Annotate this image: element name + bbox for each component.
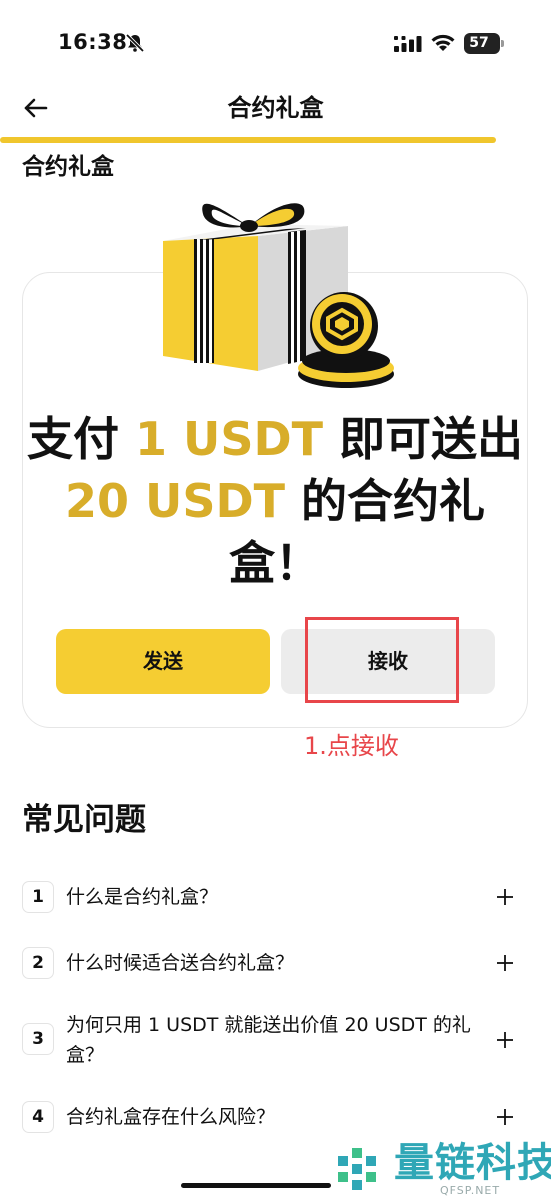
page-title: 合约礼盒 <box>227 94 324 122</box>
home-indicator <box>181 1183 331 1188</box>
plus-icon[interactable] <box>494 1029 516 1051</box>
faq-question: 合约礼盒存在什么风险？ <box>66 1106 276 1128</box>
annotation-highlight-box <box>305 617 459 703</box>
faq-item-2[interactable]: 2 什么时候适合送合约礼盒？ <box>22 946 522 980</box>
status-bar: 16:38 57 <box>0 0 551 80</box>
back-arrow-icon[interactable] <box>20 92 52 124</box>
faq-question: 为何只用 1 USDT 就能送出价值 20 USDT 的礼盒？ <box>66 1014 471 1066</box>
send-button[interactable]: 发送 <box>56 629 270 694</box>
faq-question: 什么时候适合送合约礼盒？ <box>66 952 295 974</box>
tab-underline <box>0 137 496 143</box>
headline-amount-send: 20 USDT <box>64 474 286 528</box>
watermark-subtext: QFSP.NET <box>440 1184 501 1197</box>
plus-icon[interactable] <box>494 952 516 974</box>
headline-part2: 即可送出 <box>323 412 524 466</box>
watermark-logo-icon <box>338 1148 376 1190</box>
faq-title: 常见问题 <box>22 802 146 838</box>
faq-item-3[interactable]: 3 为何只用 1 USDT 就能送出价值 20 USDT 的礼盒？ <box>22 1008 522 1072</box>
faq-item-1[interactable]: 1 什么是合约礼盒？ <box>22 880 522 914</box>
section-title: 合约礼盒 <box>22 154 114 180</box>
status-time: 16:38 <box>58 30 128 54</box>
battery-icon: 57 <box>464 33 504 54</box>
headline: 支付 1 USDT 即可送出 20 USDT 的合约礼盒！ <box>22 408 528 594</box>
plus-icon[interactable] <box>494 1106 516 1128</box>
plus-icon[interactable] <box>494 886 516 908</box>
headline-amount-pay: 1 USDT <box>134 412 324 466</box>
faq-number: 2 <box>22 947 54 979</box>
signal-icon <box>394 36 422 52</box>
watermark-text: 量链科技 <box>394 1140 551 1186</box>
faq-question: 什么是合约礼盒？ <box>66 886 219 908</box>
battery-level: 57 <box>469 35 489 51</box>
annotation-text: 1.点接收 <box>304 732 399 760</box>
bell-slash-icon <box>125 33 145 53</box>
headline-part1: 支付 <box>26 412 135 466</box>
wifi-icon <box>431 34 455 51</box>
gift-box-icon <box>163 203 394 388</box>
faq-number: 1 <box>22 881 54 913</box>
faq-item-4[interactable]: 4 合约礼盒存在什么风险？ <box>22 1100 522 1134</box>
faq-number: 4 <box>22 1101 54 1133</box>
faq-number: 3 <box>22 1023 54 1055</box>
watermark: 量链科技 QFSP.NET <box>332 1138 551 1200</box>
